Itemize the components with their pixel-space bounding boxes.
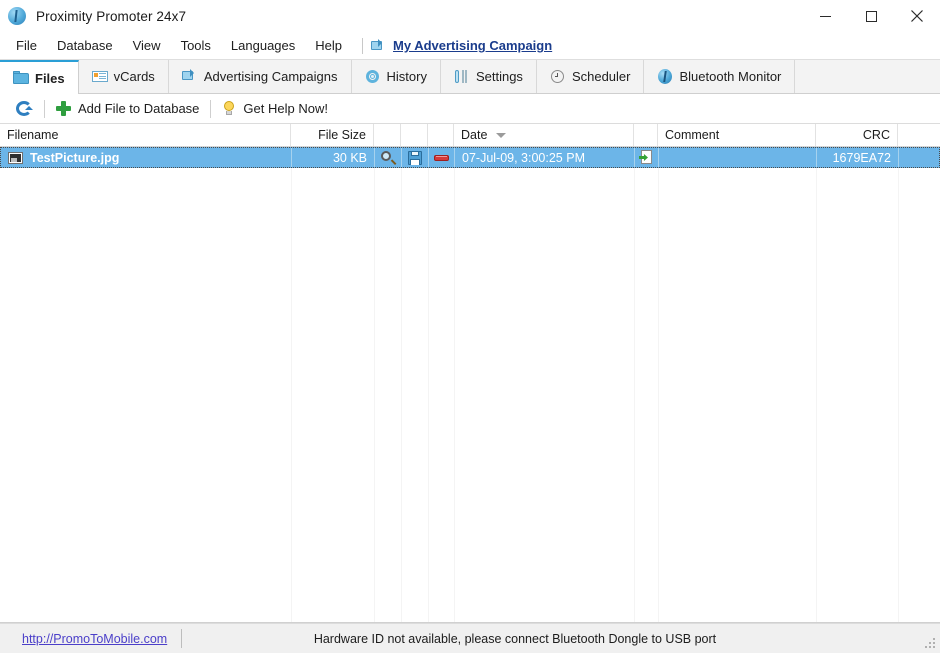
close-button[interactable]: [894, 0, 940, 32]
website-link[interactable]: http://PromoToMobile.com: [22, 632, 167, 646]
menu-item-help[interactable]: Help: [305, 35, 352, 56]
cell-filename-text: TestPicture.jpg: [30, 150, 120, 165]
column-header-view[interactable]: [374, 124, 401, 146]
tab-scheduler[interactable]: Scheduler: [536, 60, 645, 93]
menu-item-file[interactable]: File: [6, 35, 47, 56]
tab-files-label: Files: [35, 70, 65, 86]
cell-filename: TestPicture.jpg: [1, 148, 292, 167]
column-header-date[interactable]: Date: [454, 124, 634, 146]
refresh-icon: [16, 100, 33, 117]
campaign-icon: [371, 39, 386, 52]
grid-column-lines: [0, 147, 940, 622]
get-help-now-label: Get Help Now!: [243, 101, 328, 116]
menu-divider: [362, 37, 364, 54]
table-row[interactable]: TestPicture.jpg 30 KB 07-Jul-09, 3:00:25…: [0, 147, 940, 168]
column-header-delete[interactable]: [428, 124, 454, 146]
get-help-now-button[interactable]: Get Help Now!: [214, 100, 336, 117]
tab-vcards-label: vCards: [113, 69, 155, 84]
tab-files[interactable]: Files: [0, 60, 79, 94]
magnifier-icon: [381, 150, 397, 165]
bluetooth-icon: [657, 69, 673, 84]
gear-icon: [365, 69, 381, 84]
status-bar: http://PromoToMobile.com Hardware ID not…: [0, 623, 940, 653]
sort-descending-icon: [496, 132, 507, 138]
column-header-comment-icon[interactable]: [634, 124, 658, 146]
tab-settings[interactable]: Settings: [440, 60, 537, 93]
menu-item-tools[interactable]: Tools: [171, 35, 221, 56]
grid-header-row: Filename File Size Date Comment CRC: [0, 124, 940, 147]
application-window: Proximity Promoter 24x7 File Database Vi…: [0, 0, 940, 653]
cell-crc: 1679EA72: [817, 148, 899, 167]
menu-bar: File Database View Tools Languages Help …: [0, 32, 940, 60]
column-header-date-label: Date: [461, 128, 488, 142]
my-advertising-campaign-label: My Advertising Campaign: [393, 38, 553, 53]
delete-icon: [434, 152, 449, 164]
grid-body: TestPicture.jpg 30 KB 07-Jul-09, 3:00:25…: [0, 147, 940, 622]
menu-item-languages[interactable]: Languages: [221, 35, 305, 56]
menu-item-database[interactable]: Database: [47, 35, 123, 56]
column-header-comment[interactable]: Comment: [658, 124, 816, 146]
vcard-icon: [91, 69, 108, 84]
column-header-filename[interactable]: Filename: [0, 124, 291, 146]
column-header-save[interactable]: [401, 124, 428, 146]
tab-history-label: History: [386, 69, 427, 84]
minimize-icon: [819, 15, 831, 17]
picture-icon: [8, 151, 23, 164]
maximize-button[interactable]: [848, 0, 894, 32]
files-grid: Filename File Size Date Comment CRC Test…: [0, 124, 940, 623]
close-icon: [911, 10, 923, 22]
tab-scheduler-label: Scheduler: [571, 69, 631, 84]
tab-bluetooth-monitor-label: Bluetooth Monitor: [679, 69, 782, 84]
view-file-button[interactable]: [375, 148, 402, 167]
status-divider: [181, 629, 183, 648]
lightbulb-icon: [222, 100, 236, 117]
column-header-filesize[interactable]: File Size: [291, 124, 374, 146]
tab-history[interactable]: History: [351, 60, 441, 93]
add-file-to-database-label: Add File to Database: [78, 101, 200, 116]
my-advertising-campaign-link[interactable]: My Advertising Campaign: [371, 38, 552, 53]
maximize-icon: [865, 10, 877, 22]
bluetooth-icon: [8, 7, 26, 25]
cell-comment: [659, 148, 817, 167]
tab-settings-label: Settings: [475, 69, 523, 84]
folder-icon: [13, 70, 29, 86]
window-title: Proximity Promoter 24x7: [36, 8, 187, 24]
title-bar: Proximity Promoter 24x7: [0, 0, 940, 32]
toolbar-divider: [44, 99, 45, 118]
floppy-save-icon: [408, 150, 422, 165]
column-header-crc[interactable]: CRC: [816, 124, 898, 146]
campaign-icon: [181, 69, 198, 84]
window-controls: [802, 0, 940, 32]
tab-vcards[interactable]: vCards: [78, 60, 169, 93]
plus-icon: [56, 101, 71, 116]
tab-advertising-campaigns-label: Advertising Campaigns: [203, 69, 338, 84]
menu-item-view[interactable]: View: [123, 35, 171, 56]
clock-icon: [550, 69, 566, 84]
cell-date: 07-Jul-09, 3:00:25 PM: [455, 148, 635, 167]
minimize-button[interactable]: [802, 0, 848, 32]
page-add-icon: [639, 150, 654, 165]
delete-file-button[interactable]: [429, 148, 455, 167]
tab-bluetooth-monitor[interactable]: Bluetooth Monitor: [644, 60, 796, 93]
add-file-to-database-button[interactable]: Add File to Database: [48, 101, 207, 116]
resize-grip[interactable]: [925, 638, 937, 650]
refresh-button[interactable]: [8, 100, 41, 117]
cell-filesize: 30 KB: [292, 148, 375, 167]
toolbar: Add File to Database Get Help Now!: [0, 94, 940, 124]
add-comment-button[interactable]: [635, 148, 659, 167]
toolbar-divider: [210, 99, 212, 118]
tab-advertising-campaigns[interactable]: Advertising Campaigns: [168, 60, 352, 93]
save-file-button[interactable]: [402, 148, 429, 167]
tab-bar: Files vCards Advertising Campaigns Histo…: [0, 60, 940, 94]
settings-icon: [454, 69, 470, 84]
